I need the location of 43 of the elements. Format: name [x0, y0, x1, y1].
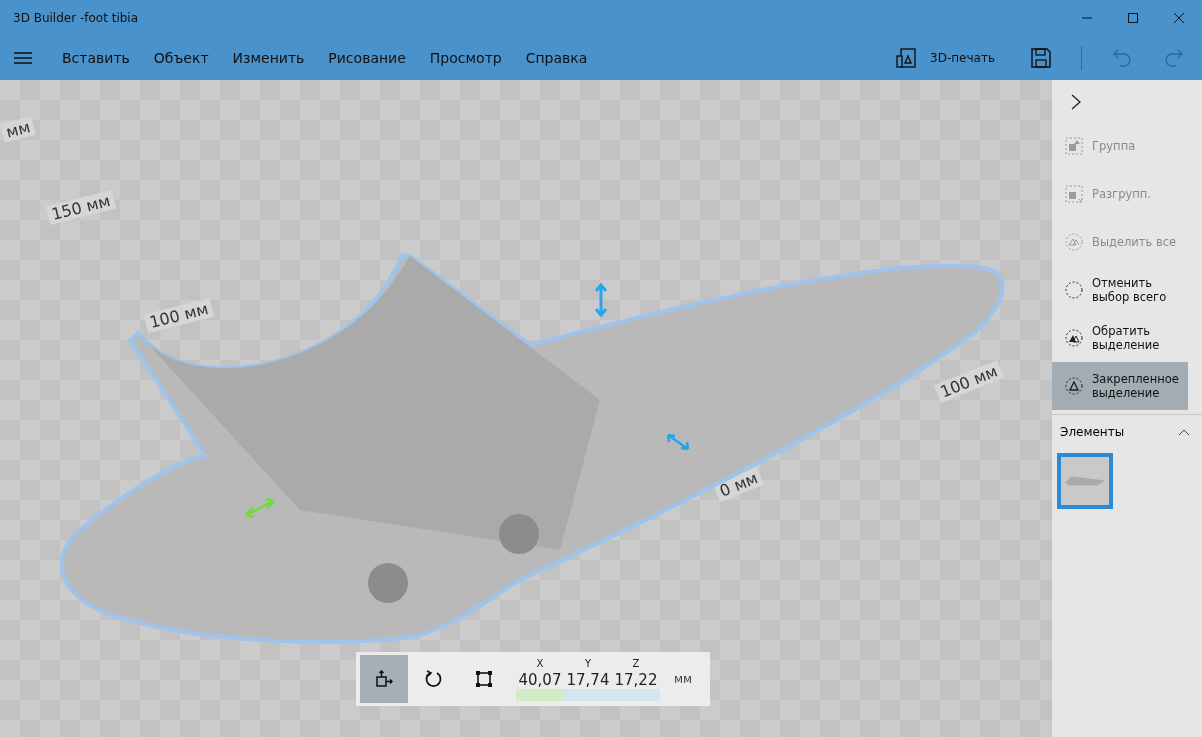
- sticky-icon: [1064, 376, 1084, 396]
- window-title: 3D Builder -foot tibia: [13, 11, 140, 25]
- menu-item[interactable]: Вставить: [50, 46, 142, 70]
- grid-label: 150 мм: [45, 190, 117, 225]
- invert-icon: [1064, 328, 1084, 348]
- chevron-right-icon: [1070, 92, 1082, 111]
- coordinate-value[interactable]: 17,22: [614, 670, 658, 689]
- deselect-button[interactable]: Отменить выбор всего: [1052, 266, 1188, 314]
- printer-icon: [896, 48, 917, 68]
- axis-label: X: [536, 657, 544, 669]
- deselect-icon: [1064, 280, 1084, 300]
- rotate-icon: [424, 669, 444, 689]
- save-icon: [1031, 48, 1051, 68]
- elements-title: Элементы: [1060, 425, 1126, 439]
- undo-icon: [1112, 47, 1134, 69]
- menu-item[interactable]: Изменить: [220, 46, 317, 70]
- model-preview-icon: [1065, 475, 1105, 487]
- close-icon: [1173, 12, 1185, 24]
- menu-item[interactable]: Просмотр: [417, 46, 514, 70]
- sticky-button[interactable]: Закрепленное выделение: [1052, 362, 1188, 410]
- grid-label: мм: [0, 116, 36, 143]
- ungroup-icon: [1064, 184, 1084, 204]
- invert-button[interactable]: Обратить выделение: [1052, 314, 1188, 362]
- select-all-icon: [1064, 232, 1084, 252]
- group-icon: [1064, 136, 1084, 156]
- redo-icon: [1162, 47, 1184, 69]
- move-tool-button[interactable]: [360, 655, 408, 703]
- axis-label: Z: [632, 657, 640, 669]
- menu-icon[interactable]: [14, 52, 32, 64]
- menu-item[interactable]: Справка: [513, 46, 600, 70]
- scale-icon: [474, 669, 494, 689]
- grid-label: 100 мм: [143, 298, 215, 333]
- menu-item[interactable]: Рисование: [316, 46, 418, 70]
- maximize-icon: [1127, 12, 1139, 24]
- caret-up-icon[interactable]: [1178, 428, 1190, 436]
- move-icon: [374, 669, 394, 689]
- print-3d-button[interactable]: 3D-печать: [886, 44, 1005, 72]
- coordinate-value[interactable]: 17,74: [566, 670, 610, 689]
- model-thumbnail[interactable]: [1057, 453, 1113, 509]
- menu-item[interactable]: Объект: [141, 46, 221, 70]
- axis-label: Y: [584, 657, 592, 669]
- unit-label: мм: [674, 672, 693, 686]
- coordinate-value[interactable]: 40,07: [518, 670, 562, 689]
